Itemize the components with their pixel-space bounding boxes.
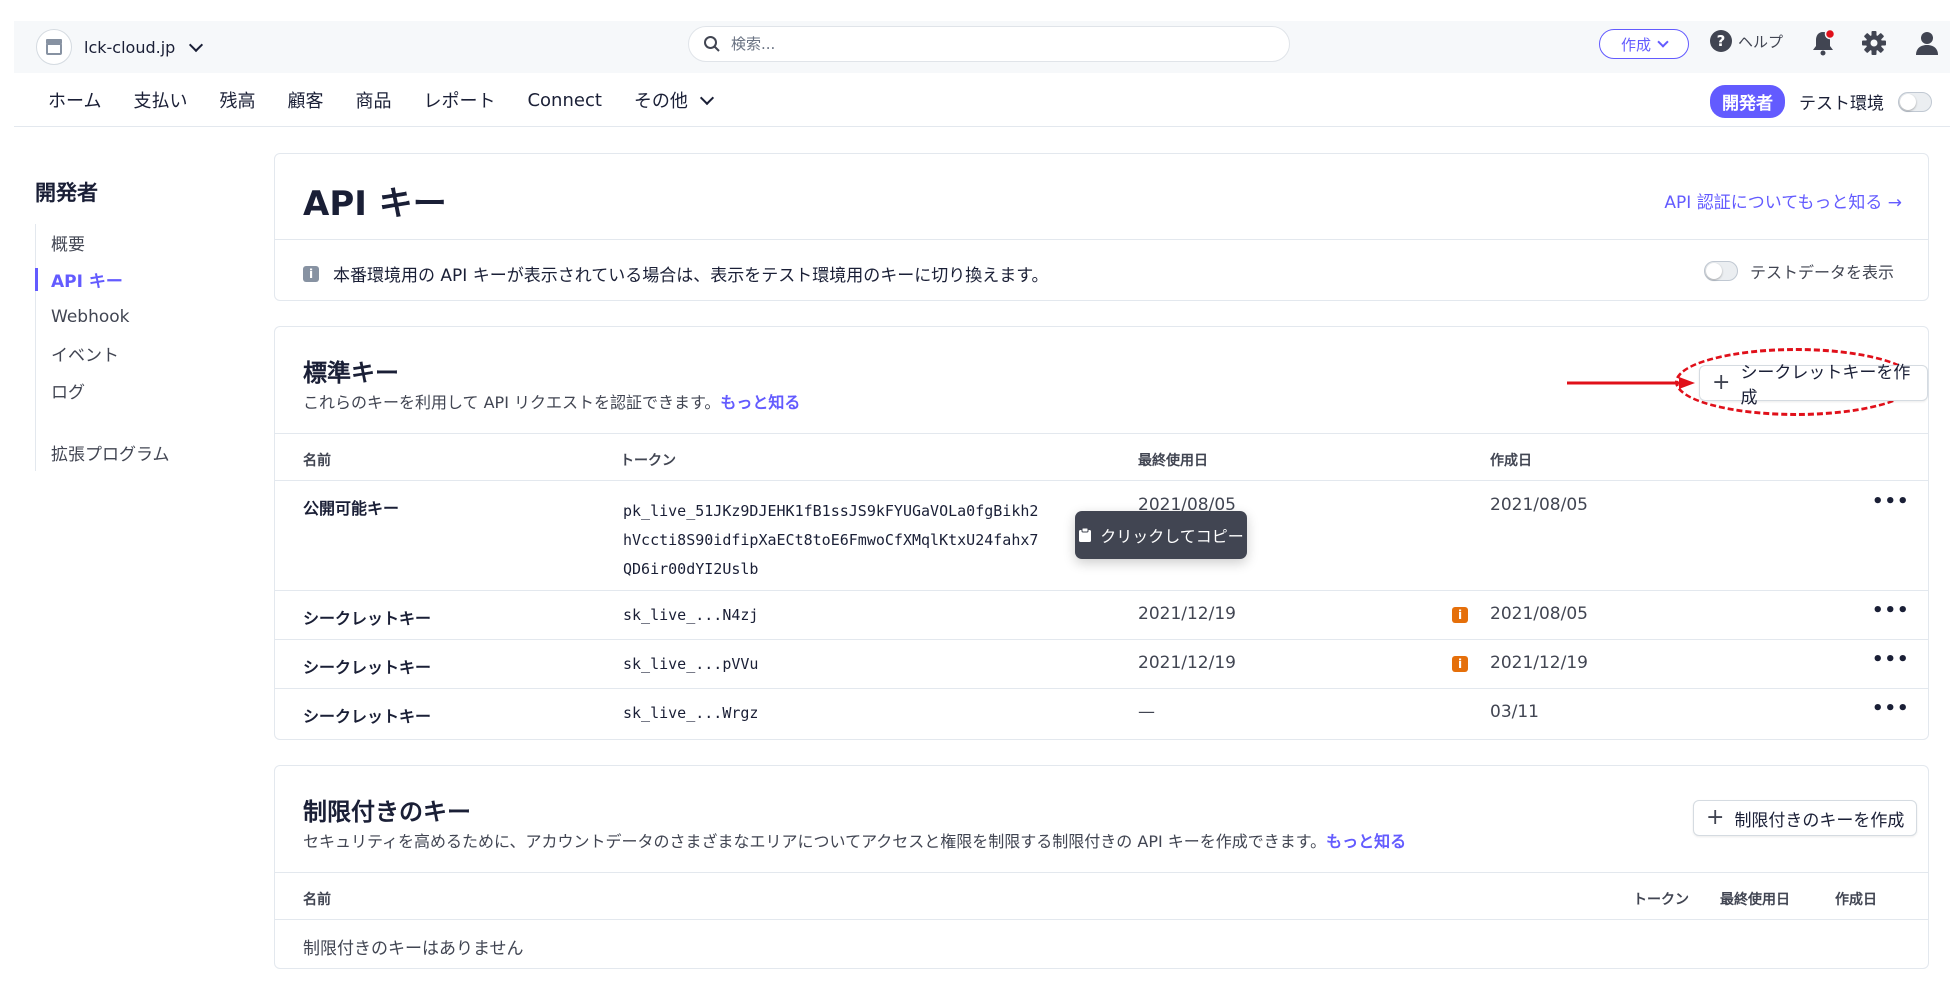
nav-home[interactable]: ホーム bbox=[48, 87, 101, 113]
search-input[interactable] bbox=[731, 35, 1251, 53]
key-last-used: 2021/12/19 bbox=[1138, 653, 1236, 673]
sidebar-title: 開発者 bbox=[35, 181, 98, 205]
key-created: 2021/08/05 bbox=[1490, 604, 1588, 624]
restricted-keys-description: セキュリティを高めるために、アカウントデータのさまざまなエリアについてアクセスと… bbox=[303, 832, 1407, 851]
key-last-used: — bbox=[1138, 702, 1155, 722]
col-name: 名前 bbox=[303, 892, 331, 908]
test-env-toggle[interactable] bbox=[1898, 91, 1932, 112]
col-last-used: 最終使用日 bbox=[1720, 892, 1790, 908]
sidebar-item-api-keys[interactable]: API キー bbox=[35, 261, 170, 298]
table-row[interactable]: シークレットキー sk_live_...pVVu 2021/12/19 i 20… bbox=[275, 640, 1928, 689]
standard-keys-learn-more-link[interactable]: もっと知る bbox=[720, 393, 800, 412]
account-name: lck-cloud.jp bbox=[84, 37, 176, 57]
standard-keys-table: 名前 トークン 最終使用日 作成日 公開可能キー pk_live_51JKz9D… bbox=[275, 433, 1928, 738]
key-name: シークレットキー bbox=[303, 707, 432, 726]
key-last-used: 2021/12/19 bbox=[1138, 604, 1236, 624]
nav-more-label: その他 bbox=[633, 91, 688, 112]
nav-more[interactable]: その他 bbox=[633, 87, 714, 113]
api-keys-header-card: API キー API 認証についてもっと知る → i 本番環境用の API キー… bbox=[274, 153, 1929, 301]
sidebar: 概要 API キー Webhook イベント ログ 拡張プログラム bbox=[35, 224, 170, 471]
store-icon bbox=[36, 29, 72, 65]
create-restricted-key-button[interactable]: + 制限付きのキーを作成 bbox=[1693, 800, 1918, 836]
table-row[interactable]: シークレットキー sk_live_...N4zj 2021/12/19 i 20… bbox=[275, 591, 1928, 640]
test-data-toggle[interactable] bbox=[1703, 261, 1738, 281]
key-created: 03/11 bbox=[1490, 702, 1539, 722]
col-token: トークン bbox=[620, 453, 676, 469]
help-icon: ? bbox=[1710, 30, 1732, 52]
nav-payments[interactable]: 支払い bbox=[133, 87, 187, 113]
chevron-down-icon bbox=[1657, 36, 1669, 48]
help-label: ヘルプ bbox=[1738, 32, 1784, 51]
developer-badge[interactable]: 開発者 bbox=[1710, 85, 1785, 118]
search-bar[interactable] bbox=[688, 26, 1290, 62]
col-created: 作成日 bbox=[1490, 453, 1532, 469]
nav-reports[interactable]: レポート bbox=[423, 87, 495, 113]
user-avatar-icon[interactable] bbox=[1913, 29, 1941, 57]
table-row[interactable]: シークレットキー sk_live_...Wrgz — 03/11 ••• bbox=[275, 689, 1928, 738]
sidebar-item-webhook[interactable]: Webhook bbox=[36, 298, 170, 335]
table-header: 名前 トークン 最終使用日 作成日 bbox=[275, 872, 1928, 920]
notification-bell-icon[interactable] bbox=[1810, 29, 1836, 57]
warning-icon: i bbox=[1452, 656, 1468, 672]
standard-keys-description: これらのキーを利用して API リクエストを認証できます。もっと知る bbox=[303, 393, 801, 412]
nav-products[interactable]: 商品 bbox=[355, 87, 391, 113]
key-name: シークレットキー bbox=[303, 609, 432, 628]
table-header: 名前 トークン 最終使用日 作成日 bbox=[275, 433, 1928, 481]
col-created: 作成日 bbox=[1835, 892, 1877, 908]
test-env-label: テスト環境 bbox=[1799, 94, 1884, 114]
restricted-keys-card: 制限付きのキー セキュリティを高めるために、アカウントデータのさまざまなエリアに… bbox=[274, 765, 1929, 969]
sidebar-item-extensions[interactable]: 拡張プログラム bbox=[36, 434, 170, 471]
more-options-icon[interactable]: ••• bbox=[1872, 600, 1910, 621]
key-token[interactable]: sk_live_...N4zj bbox=[623, 606, 758, 624]
chevron-down-icon bbox=[699, 90, 714, 105]
info-icon: i bbox=[303, 265, 319, 282]
info-text: 本番環境用の API キーが表示されている場合は、表示をテスト環境用のキーに切り… bbox=[333, 266, 1049, 286]
create-button[interactable]: 作成 bbox=[1599, 29, 1689, 59]
col-name: 名前 bbox=[303, 453, 331, 469]
account-switcher[interactable]: lck-cloud.jp bbox=[36, 29, 204, 65]
plus-icon: + bbox=[1712, 370, 1731, 395]
key-name: シークレットキー bbox=[303, 658, 432, 677]
col-token: トークン bbox=[1633, 892, 1689, 908]
nav-connect[interactable]: Connect bbox=[527, 87, 601, 113]
nav-balances[interactable]: 残高 bbox=[219, 87, 255, 113]
empty-state-text: 制限付きのキーはありません bbox=[303, 939, 524, 959]
more-options-icon[interactable]: ••• bbox=[1872, 649, 1910, 670]
help-button[interactable]: ? ヘルプ bbox=[1710, 30, 1783, 52]
copy-tooltip: クリックしてコピー bbox=[1075, 511, 1247, 559]
restricted-keys-learn-more-link[interactable]: もっと知る bbox=[1326, 832, 1406, 851]
test-data-label: テストデータを表示 bbox=[1749, 263, 1894, 282]
page-title: API キー bbox=[303, 184, 447, 224]
col-last-used: 最終使用日 bbox=[1138, 453, 1208, 469]
tooltip-text: クリックしてコピー bbox=[1100, 527, 1244, 546]
chevron-down-icon bbox=[189, 37, 204, 52]
warning-icon: i bbox=[1452, 607, 1468, 623]
create-secret-key-button[interactable]: + シークレットキーを作成 bbox=[1699, 363, 1928, 408]
main-nav: ホーム 支払い 残高 顧客 商品 レポート Connect その他 開発者 テス… bbox=[14, 73, 1950, 127]
sidebar-item-events[interactable]: イベント bbox=[36, 335, 170, 372]
learn-api-auth-link[interactable]: API 認証についてもっと知る → bbox=[1664, 188, 1902, 213]
key-created: 2021/08/05 bbox=[1490, 495, 1588, 515]
restricted-keys-table: 名前 トークン 最終使用日 作成日 制限付きのキーはありません bbox=[275, 872, 1928, 959]
plus-icon: + bbox=[1706, 805, 1725, 830]
key-token[interactable]: pk_live_51JKz9DJEHK1fB1ssJS9kFYUGaVOLa0f… bbox=[623, 497, 1038, 584]
key-name: 公開可能キー bbox=[303, 499, 400, 518]
create-secret-key-label: シークレットキーを作成 bbox=[1740, 363, 1911, 408]
gear-icon[interactable] bbox=[1860, 29, 1888, 57]
sidebar-item-overview[interactable]: 概要 bbox=[36, 224, 170, 261]
more-options-icon[interactable]: ••• bbox=[1872, 491, 1910, 512]
key-token[interactable]: sk_live_...pVVu bbox=[623, 655, 758, 673]
sidebar-item-logs[interactable]: ログ bbox=[36, 372, 170, 409]
create-label: 作成 bbox=[1620, 35, 1651, 54]
nav-customers[interactable]: 顧客 bbox=[287, 87, 323, 113]
standard-keys-title: 標準キー bbox=[303, 359, 399, 387]
search-icon bbox=[704, 36, 720, 52]
more-options-icon[interactable]: ••• bbox=[1872, 698, 1910, 719]
clipboard-icon bbox=[1079, 527, 1092, 542]
top-bar: lck-cloud.jp 作成 ? ヘルプ bbox=[14, 21, 1950, 73]
key-created: 2021/12/19 bbox=[1490, 653, 1588, 673]
restricted-keys-title: 制限付きのキー bbox=[303, 798, 471, 826]
key-token[interactable]: sk_live_...Wrgz bbox=[623, 704, 758, 722]
create-restricted-key-label: 制限付きのキーを作成 bbox=[1734, 810, 1905, 831]
